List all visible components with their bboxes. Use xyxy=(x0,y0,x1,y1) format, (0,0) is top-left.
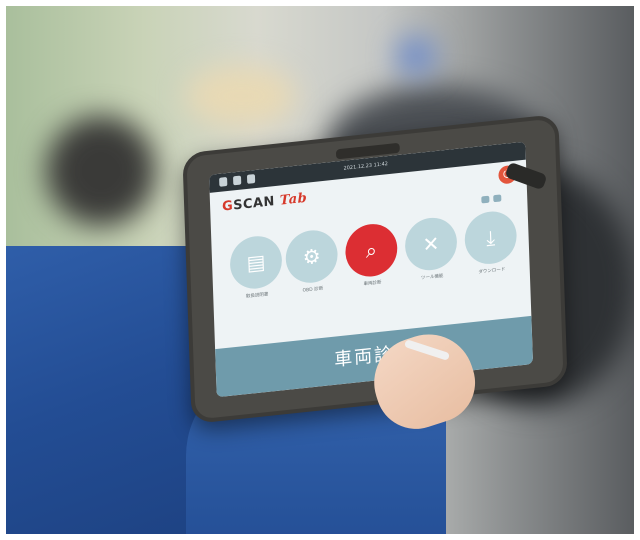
menu-label-download: ダウンロード xyxy=(478,267,506,276)
menu-label-vehicle-diagnosis: 車両診断 xyxy=(363,280,382,288)
settings-icon[interactable] xyxy=(481,195,490,204)
main-menu: ▤ 取扱説明書 ⚙ OBD 診断 ⌕ 車両診断 ✕ ツール機能 ⤓ ダウンロード xyxy=(229,208,520,319)
menu-label-user-manual: 取扱説明書 xyxy=(245,292,269,300)
wifi-icon xyxy=(233,175,242,186)
document-icon[interactable]: ▤ xyxy=(229,233,283,292)
battery-icon xyxy=(219,176,228,187)
tablet-screen: 2021.12.23 11:42 GSCAN Tab ⏻ ▤ 取扱説明書 ⚙ O… xyxy=(209,141,534,398)
connection-icon[interactable] xyxy=(493,194,502,203)
background-steering-wheel xyxy=(46,116,156,226)
background-light xyxy=(186,66,296,126)
photo-frame: 2021.12.23 11:42 GSCAN Tab ⏻ ▤ 取扱説明書 ⚙ O… xyxy=(6,6,634,534)
car-scan-icon[interactable]: ⌕ xyxy=(344,221,399,280)
background-blue-light xyxy=(396,36,436,76)
menu-label-tools: ツール機能 xyxy=(420,273,444,282)
engine-icon[interactable]: ⚙ xyxy=(284,227,339,286)
menu-label-obd: OBD 診断 xyxy=(302,286,324,294)
bluetooth-icon xyxy=(246,174,256,184)
gscan-tab-logo: GSCAN Tab xyxy=(221,190,308,215)
status-time: 2021.12.23 11:42 xyxy=(343,161,389,172)
download-icon[interactable]: ⤓ xyxy=(463,208,518,267)
wrench-screwdriver-icon[interactable]: ✕ xyxy=(404,215,458,273)
